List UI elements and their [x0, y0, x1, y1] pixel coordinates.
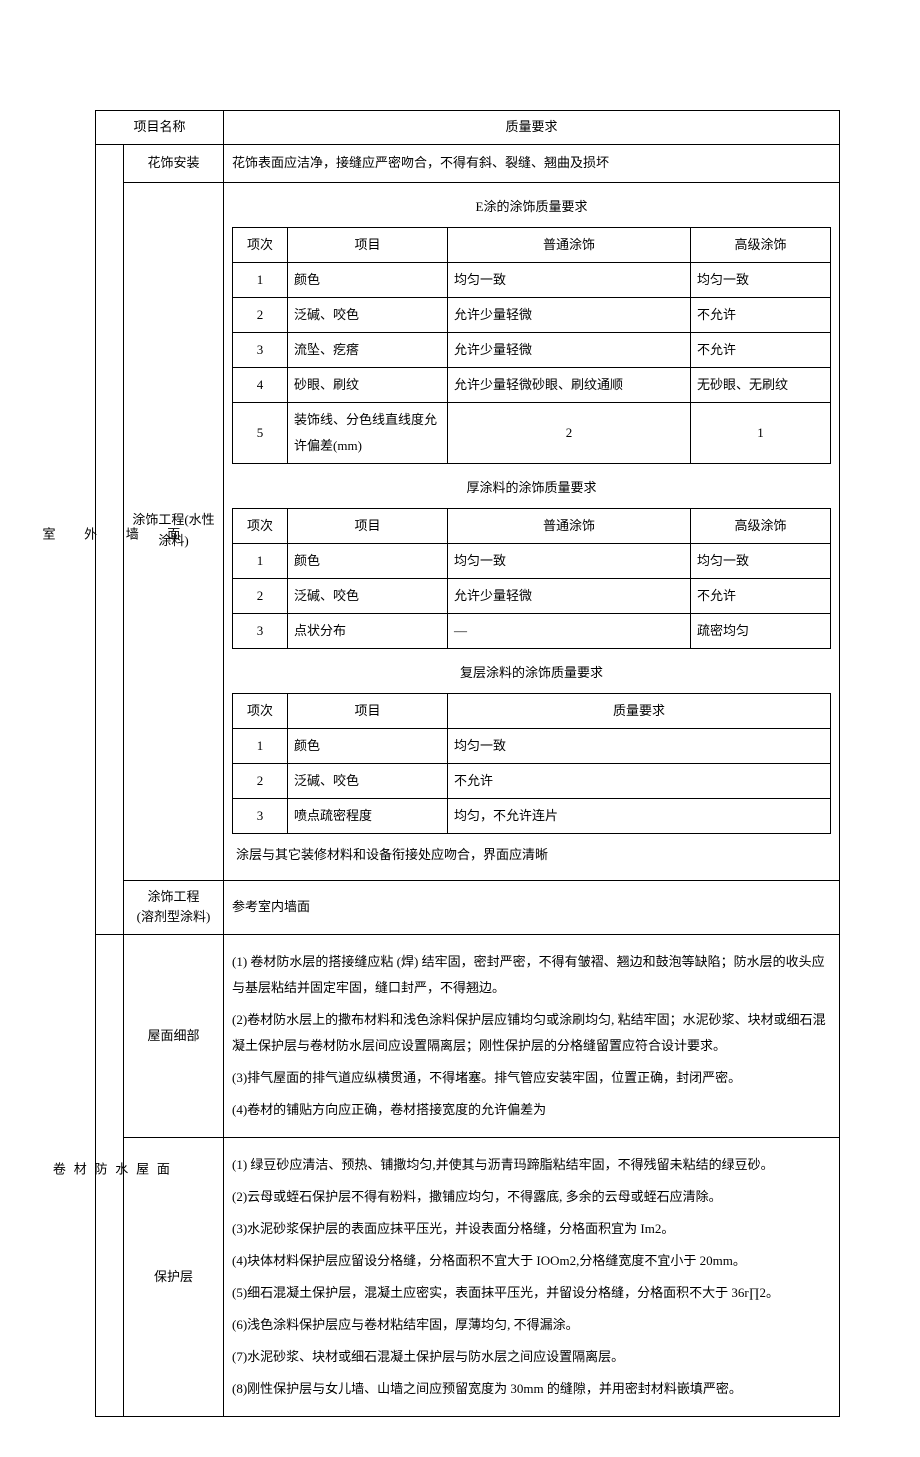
- t2-r2c4: 疏密均匀: [691, 613, 831, 648]
- group2-vlabel: 卷 材 防 水 屋 面: [96, 935, 124, 1417]
- t1-h4: 高级涂饰: [691, 227, 831, 262]
- row-waterbased-req: E涂的涂饰质量要求 项次 项目 普通涂饰 高级涂饰 1颜色均匀一致均匀一致 2泛…: [224, 182, 840, 880]
- row-roofdetail-req: (1) 卷材防水层的搭接缝应粘 (焊) 结牢固，密封严密，不得有皱褶、翘边和鼓泡…: [224, 935, 840, 1138]
- t1-r0c2: 颜色: [288, 262, 448, 297]
- protect-p6: (6)浅色涂料保护层应与卷材粘结牢固，厚薄均匀, 不得漏涂。: [232, 1312, 831, 1338]
- t2-r1c3: 允许少量轻微: [448, 578, 691, 613]
- t1-h3: 普通涂饰: [448, 227, 691, 262]
- coating-note: 涂层与其它装修材料和设备衔接处应吻合，界面应清晰: [232, 834, 831, 872]
- t2-r1c1: 2: [233, 578, 288, 613]
- roof-p1: (1) 卷材防水层的搭接缝应粘 (焊) 结牢固，密封严密，不得有皱褶、翘边和鼓泡…: [232, 949, 831, 1001]
- t1-r2c4: 不允许: [691, 332, 831, 367]
- t2-r2c3: —: [448, 613, 691, 648]
- header-project-name: 项目名称: [96, 111, 224, 145]
- row-solvent-req: 参考室内墙面: [224, 880, 840, 935]
- t1-r1c3: 允许少量轻微: [448, 297, 691, 332]
- t3-r0c1: 1: [233, 728, 288, 763]
- row-roofdetail-name: 屋面细部: [124, 935, 224, 1138]
- t2-r1c2: 泛碱、咬色: [288, 578, 448, 613]
- protect-p4: (4)块体材料保护层应留设分格缝，分格面积不宜大于 IOOm2,分格缝宽度不宜小…: [232, 1248, 831, 1274]
- t3-r2c1: 3: [233, 798, 288, 833]
- t2-h3: 普通涂饰: [448, 508, 691, 543]
- row-protect-req: (1) 绿豆砂应清洁、预热、铺撒均匀,并使其与沥青玛蹄脂粘结牢固，不得残留未粘结…: [224, 1138, 840, 1417]
- t2-r2c2: 点状分布: [288, 613, 448, 648]
- t1: 项次 项目 普通涂饰 高级涂饰 1颜色均匀一致均匀一致 2泛碱、咬色允许少量轻微…: [232, 227, 831, 464]
- t2-r1c4: 不允许: [691, 578, 831, 613]
- t1-r2c1: 3: [233, 332, 288, 367]
- t1-r4c4: 1: [691, 402, 831, 463]
- t2-r0c2: 颜色: [288, 543, 448, 578]
- t2-r0c3: 均匀一致: [448, 543, 691, 578]
- t2-h4: 高级涂饰: [691, 508, 831, 543]
- t3: 项次 项目 质量要求 1颜色均匀一致 2泛碱、咬色不允许 3喷点疏密程度均匀，不…: [232, 693, 831, 834]
- t2-r0c1: 1: [233, 543, 288, 578]
- row-huashi-req: 花饰表面应洁净，接缝应严密吻合，不得有斜、裂缝、翘曲及损坏: [224, 144, 840, 182]
- t3-r1c2: 泛碱、咬色: [288, 763, 448, 798]
- t1-r0c4: 均匀一致: [691, 262, 831, 297]
- t1-h2: 项目: [288, 227, 448, 262]
- row-huashi-name: 花饰安装: [124, 144, 224, 182]
- t3-r1c3: 不允许: [448, 763, 831, 798]
- t1-r3c2: 砂眼、刷纹: [288, 367, 448, 402]
- t1-r3c1: 4: [233, 367, 288, 402]
- t1-r4c3: 2: [448, 402, 691, 463]
- protect-p1: (1) 绿豆砂应清洁、预热、铺撒均匀,并使其与沥青玛蹄脂粘结牢固，不得残留未粘结…: [232, 1152, 831, 1178]
- t1-h1: 项次: [233, 227, 288, 262]
- header-quality-req: 质量要求: [224, 111, 840, 145]
- t1-r4c1: 5: [233, 402, 288, 463]
- t2-h1: 项次: [233, 508, 288, 543]
- t3-h1: 项次: [233, 693, 288, 728]
- group1-vlabel: 室 外 墙 面: [96, 144, 124, 934]
- roof-p3: (3)排气屋面的排气道应纵横贯通，不得堵塞。排气管应安装牢固，位置正确，封闭严密…: [232, 1065, 831, 1091]
- t3-r0c2: 颜色: [288, 728, 448, 763]
- t3-h3: 质量要求: [448, 693, 831, 728]
- protect-p5: (5)细石混凝土保护层，混凝土应密实，表面抹平压光，并留设分格缝，分格面积不大于…: [232, 1280, 831, 1306]
- t2: 项次 项目 普通涂饰 高级涂饰 1颜色均匀一致均匀一致 2泛碱、咬色允许少量轻微…: [232, 508, 831, 649]
- t1-r1c4: 不允许: [691, 297, 831, 332]
- t3-r0c3: 均匀一致: [448, 728, 831, 763]
- t2-h2: 项目: [288, 508, 448, 543]
- t1-r0c3: 均匀一致: [448, 262, 691, 297]
- t1-r1c1: 2: [233, 297, 288, 332]
- protect-p2: (2)云母或蛭石保护层不得有粉料，撒铺应均匀，不得露底, 多余的云母或蛭石应清除…: [232, 1184, 831, 1210]
- t1-r3c3: 允许少量轻微砂眼、刷纹通顺: [448, 367, 691, 402]
- t3-r2c2: 喷点疏密程度: [288, 798, 448, 833]
- t2-r2c1: 3: [233, 613, 288, 648]
- protect-p3: (3)水泥砂浆保护层的表面应抹平压光，并设表面分格缝，分格面积宜为 Im2。: [232, 1216, 831, 1242]
- t2-caption: 厚涂料的涂饰质量要求: [232, 472, 831, 504]
- t1-r1c2: 泛碱、咬色: [288, 297, 448, 332]
- t1-r4c2: 装饰线、分色线直线度允许偏差(mm): [288, 402, 448, 463]
- t3-r1c1: 2: [233, 763, 288, 798]
- t3-h2: 项目: [288, 693, 448, 728]
- t3-caption: 复层涂料的涂饰质量要求: [232, 657, 831, 689]
- t1-r2c2: 流坠、疙瘩: [288, 332, 448, 367]
- quality-spec-table: 项目名称 质量要求 室 外 墙 面 花饰安装 花饰表面应洁净，接缝应严密吻合，不…: [95, 110, 840, 1417]
- t3-r2c3: 均匀，不允许连片: [448, 798, 831, 833]
- t2-r0c4: 均匀一致: [691, 543, 831, 578]
- t1-caption: E涂的涂饰质量要求: [232, 191, 831, 223]
- t1-r2c3: 允许少量轻微: [448, 332, 691, 367]
- t1-r3c4: 无砂眼、无刷纹: [691, 367, 831, 402]
- roof-p2: (2)卷材防水层上的撒布材料和浅色涂料保护层应铺均匀或涂刷均匀, 粘结牢固；水泥…: [232, 1007, 831, 1059]
- protect-p8: (8)刚性保护层与女儿墙、山墙之间应预留宽度为 30mm 的缝隙，并用密封材料嵌…: [232, 1376, 831, 1402]
- t1-r0c1: 1: [233, 262, 288, 297]
- row-solvent-name: 涂饰工程 (溶剂型涂料): [124, 880, 224, 935]
- roof-p4: (4)卷材的铺贴方向应正确，卷材搭接宽度的允许偏差为: [232, 1097, 831, 1123]
- protect-p7: (7)水泥砂浆、块材或细石混凝土保护层与防水层之间应设置隔离层。: [232, 1344, 831, 1370]
